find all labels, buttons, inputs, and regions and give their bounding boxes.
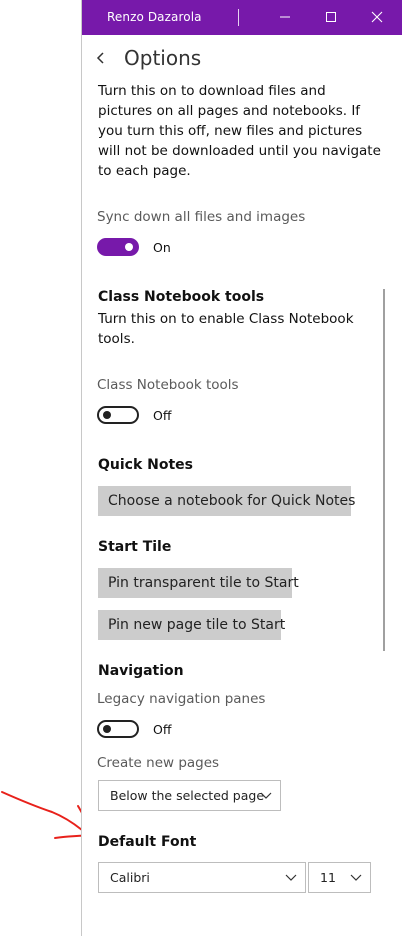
class-notebook-description: Turn this on to enable Class Notebook to… — [98, 309, 378, 349]
legacy-navigation-label: Legacy navigation panes — [97, 691, 266, 707]
minimize-icon — [280, 16, 290, 18]
close-button[interactable] — [354, 0, 400, 35]
page-title: Options — [124, 46, 202, 70]
choose-quick-notes-notebook-button[interactable]: Choose a notebook for Quick Notes — [98, 486, 355, 516]
quick-notes-title: Quick Notes — [98, 457, 194, 473]
close-icon — [371, 11, 383, 23]
download-description-line: Turn this on to download files and — [98, 83, 326, 99]
download-description-line: you turn this off, new files and picture… — [98, 123, 363, 139]
class-notebook-toggle[interactable] — [97, 406, 139, 424]
sync-toggle-state: On — [153, 240, 171, 255]
minimize-button[interactable] — [262, 0, 308, 35]
options-header: Options — [82, 35, 402, 83]
font-family-value: Calibri — [110, 870, 150, 885]
onenote-window: Renzo Dazarola Options Turn this on to d… — [81, 0, 402, 936]
download-description-line: to each page. — [98, 163, 191, 179]
pin-page-tile-button[interactable]: Pin new page tile to Start — [98, 610, 285, 640]
font-family-dropdown[interactable]: Calibri — [98, 862, 306, 893]
legacy-navigation-toggle[interactable] — [97, 720, 139, 738]
create-pages-value: Below the selected page — [110, 788, 265, 803]
chevron-down-icon — [350, 874, 362, 881]
sync-toggle-label: Sync down all files and images — [97, 209, 306, 225]
toggle-knob — [103, 411, 111, 419]
title-bar: Renzo Dazarola — [82, 0, 402, 35]
navigation-title: Navigation — [98, 663, 184, 679]
default-font-title: Default Font — [98, 834, 197, 850]
class-notebook-toggle-label: Class Notebook tools — [97, 377, 239, 393]
font-size-dropdown[interactable]: 11 — [308, 862, 371, 893]
title-separator — [238, 9, 239, 26]
pin-transparent-tile-button[interactable]: Pin transparent tile to Start — [98, 568, 299, 598]
window-title: Renzo Dazarola — [107, 10, 202, 24]
class-notebook-description-line: Turn this on to enable Class Notebook — [98, 311, 354, 327]
download-description-line: pictures on all pages and notebooks. If — [98, 103, 361, 119]
screenshot-stage: Renzo Dazarola Options Turn this on to d… — [0, 0, 402, 936]
sync-files-toggle[interactable] — [97, 238, 139, 256]
vertical-scrollbar[interactable] — [383, 289, 385, 651]
options-content: Turn this on to download files and pictu… — [82, 83, 402, 936]
maximize-icon — [326, 12, 336, 22]
chevron-down-icon — [260, 792, 272, 799]
start-tile-title: Start Tile — [98, 539, 172, 555]
toggle-knob — [103, 725, 111, 733]
toggle-knob — [125, 243, 133, 251]
download-description-line: will not be downloaded until you navigat… — [98, 143, 381, 159]
create-pages-dropdown[interactable]: Below the selected page — [98, 780, 281, 811]
class-notebook-toggle-state: Off — [153, 408, 172, 423]
class-notebook-title: Class Notebook tools — [98, 289, 265, 305]
create-pages-label: Create new pages — [97, 755, 220, 771]
chevron-down-icon — [285, 874, 297, 881]
font-size-value: 11 — [320, 870, 336, 885]
chevron-left-icon[interactable] — [96, 51, 106, 65]
legacy-navigation-state: Off — [153, 722, 172, 737]
download-description: Turn this on to download files and pictu… — [98, 83, 388, 181]
class-notebook-description-line: tools. — [98, 331, 135, 347]
maximize-button[interactable] — [308, 0, 354, 35]
